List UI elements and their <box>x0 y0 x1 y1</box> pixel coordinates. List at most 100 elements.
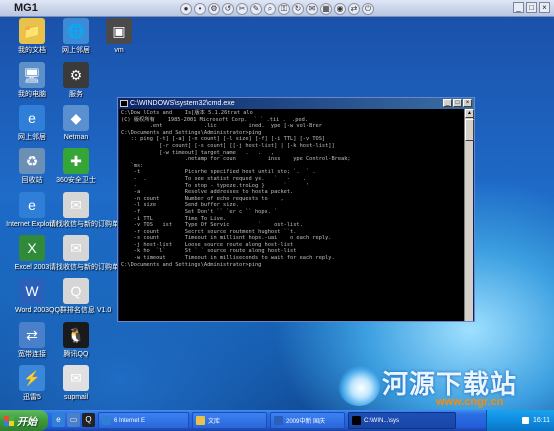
scroll-thumb[interactable] <box>465 119 474 141</box>
supmail-icon: ✉ <box>63 365 89 391</box>
taskbar-button-cmd-window[interactable]: C:\WIN...\sys <box>348 412 456 429</box>
cmd-minimize-button[interactable]: _ <box>443 99 452 107</box>
tray-icon[interactable] <box>522 417 529 424</box>
my-documents-icon: 📁 <box>19 18 45 44</box>
netman-icon: ◆ <box>63 105 89 131</box>
console-line: C:\Documents and Settings\Administrator>… <box>121 129 262 136</box>
watermark-url: www.cngr.cn <box>436 396 504 408</box>
console-line: -i TTL Time To Live. <box>121 215 227 222</box>
desktop-screen: MG1 ● • ⚙ ↺ ✂ ✎ ⌕ ⚿ ↻ ✉ ▦ ◉ ⇄ ⏻ _ □ × 📁 我的文档 🌐 网上邻居 ▣ vm 🖥 我… <box>0 0 554 431</box>
restore-button[interactable]: □ <box>526 2 537 13</box>
desktop-icon-tencent-qq[interactable]: 🐧 腾讯QQ <box>49 322 103 359</box>
cmd-window-buttons: _ □ × <box>443 99 472 107</box>
taskbar-button-label: C:\WIN...\sys <box>364 417 399 424</box>
taskbar: 开始 e ▭ Q 6 Internet E 文库 2009中新 国庆 C:\WIN...\… <box>0 410 554 431</box>
cut-icon[interactable]: ✂ <box>236 2 248 15</box>
dot-icon[interactable]: • <box>194 2 206 15</box>
desktop-icon-rain-water[interactable]: ✉ 请找收信与新的订购单 <box>49 192 119 229</box>
rain-order-icon: ✉ <box>63 235 89 261</box>
vm-window-buttons: _ □ × <box>513 2 550 13</box>
quick-launch-qq-icon[interactable]: Q <box>82 413 95 427</box>
quick-launch-ie-icon[interactable]: e <box>52 413 65 427</box>
tencent-qq-icon: 🐧 <box>63 322 89 348</box>
quick-launch-show-desktop-icon[interactable]: ▭ <box>67 413 80 427</box>
clock: 16:11 <box>533 416 550 424</box>
console-line: -k ho `l` St ` ` source route along host… <box>121 248 297 255</box>
scroll-up-icon[interactable]: ▲ <box>465 109 474 118</box>
console-line: -r count Secrct source routment hughost … <box>121 228 297 235</box>
edit-icon[interactable]: ✎ <box>250 2 262 15</box>
desktop-icon-qq-panel[interactable]: ⚙ 服务 <box>49 62 103 99</box>
broadband-icon: ⇄ <box>19 322 45 348</box>
windows-logo-icon <box>4 415 14 426</box>
watermark: 河源下载站 www.cngr.cn <box>338 362 554 410</box>
console-line: - . To see statist requsd ys. ` - . <box>121 175 306 182</box>
taskbar-button-ie-window[interactable]: 6 Internet E <box>98 412 189 429</box>
desktop-icon-vmware[interactable]: ▣ vm <box>92 18 146 55</box>
desktop-icon-qq-agent[interactable]: Q QQ群排名信息 V1.0 <box>49 278 111 315</box>
console-line: C:\Documents and Settings\Administrator>… <box>121 261 262 268</box>
console-line: -j host-list Loose source route along ho… <box>121 241 294 248</box>
console-line: .netamp for coun inss ype Control-Break; <box>121 156 351 163</box>
minimize-button[interactable]: _ <box>513 2 524 13</box>
start-label: 开始 <box>17 417 37 428</box>
console-line: -f Set Don't `` `er c `` hops. ` <box>121 208 278 215</box>
cmd-window[interactable]: C:\WINDOWS\system32\cmd.exe _ □ × C:\Dow… <box>117 97 475 322</box>
cmd-scrollbar[interactable]: ▲ <box>464 109 474 321</box>
my-computer-icon: 🖥 <box>19 62 45 88</box>
console-line: -n count Number of echo requests to , <box>121 195 284 202</box>
taskbar-button-doc-window[interactable]: 2009中新 国庆 <box>270 412 345 429</box>
explorer-window-icon <box>196 416 205 425</box>
eye-icon[interactable]: ◉ <box>334 2 346 15</box>
close-button[interactable]: × <box>539 2 550 13</box>
qq-agent-icon: Q <box>63 278 89 304</box>
desktop-icon-netman[interactable]: ◆ Netman <box>49 105 103 142</box>
desktop-icon-label: 请找收信与新的订购单 <box>49 264 119 271</box>
console-line: `ms: <box>121 162 144 169</box>
gear-icon[interactable]: ⚙ <box>208 2 220 15</box>
doc-window-icon <box>274 416 283 425</box>
taskbar-button-label: 2009中新 国庆 <box>286 419 326 425</box>
console-line: -l size Send buffer size. <box>121 202 239 209</box>
cmd-maximize-button[interactable]: □ <box>453 99 462 107</box>
refresh-icon[interactable]: ↻ <box>292 2 304 15</box>
cmd-title: C:\WINDOWS\system32\cmd.exe <box>130 100 235 107</box>
desktop-icon-label: 请找收信与新的订购单 <box>49 221 119 228</box>
cmd-close-button[interactable]: × <box>463 99 472 107</box>
internet-explorer-icon: e <box>19 192 45 218</box>
search-icon[interactable]: ⌕ <box>264 2 276 15</box>
ie-window-icon <box>102 416 111 425</box>
circle-icon[interactable]: ● <box>180 2 192 15</box>
desktop-icon-label: Netman <box>63 134 89 141</box>
360-safe-icon: ✚ <box>63 148 89 174</box>
desktop-icon-supmail[interactable]: ✉ supmail <box>49 365 103 402</box>
xunlei-icon: ⚡ <box>19 365 45 391</box>
taskbar-button-explorer-window[interactable]: 文库 <box>192 412 267 429</box>
console-line: -w timeout Timeout in milliseconds to wa… <box>121 255 335 262</box>
console-line: -a Resolve addresses to hosta packet. <box>121 189 294 196</box>
system-tray: 16:11 <box>486 410 554 431</box>
desktop-icon-360-safe[interactable]: ✚ 360安全卫士 <box>49 148 103 185</box>
lock-icon[interactable]: ⚿ <box>278 2 290 15</box>
vm-title-bar: MG1 ● • ⚙ ↺ ✂ ✎ ⌕ ⚿ ↻ ✉ ▦ ◉ ⇄ ⏻ _ □ × <box>0 0 554 17</box>
back-icon[interactable]: ↺ <box>222 2 234 15</box>
desktop-icon-label: supmail <box>63 394 89 401</box>
cmd-title-bar[interactable]: C:\WINDOWS\system32\cmd.exe _ □ × <box>118 98 474 109</box>
word-icon: W <box>19 278 45 304</box>
watermark-logo <box>338 366 380 406</box>
rain-water-icon: ✉ <box>63 192 89 218</box>
connect-icon[interactable]: ⇄ <box>348 2 360 15</box>
desktop-icon-label: 360安全卫士 <box>56 177 96 184</box>
desktop-icon-label: 服务 <box>69 91 83 98</box>
desktop-icon-label: vm <box>114 47 124 54</box>
console-output[interactable]: C:\Dow lCots and Is[版本 5.1.26trat alo (C)… <box>119 109 465 321</box>
console-line: - To stop - typeze.troLog } ` ' <box>121 182 310 189</box>
power-icon[interactable]: ⏻ <box>362 2 374 15</box>
taskbar-button-label: 文库 <box>208 419 221 425</box>
desktop-icon-rain-order[interactable]: ✉ 请找收信与新的订购单 <box>49 235 119 272</box>
chat-icon[interactable]: ✉ <box>306 2 318 15</box>
start-button[interactable]: 开始 <box>0 410 48 431</box>
grid-icon[interactable]: ▦ <box>320 2 332 15</box>
desktop-icon-label: 腾讯QQ <box>63 351 89 358</box>
console-line: C:\Dow lCots and Is[版本 5.1.26trat alo <box>121 110 253 116</box>
